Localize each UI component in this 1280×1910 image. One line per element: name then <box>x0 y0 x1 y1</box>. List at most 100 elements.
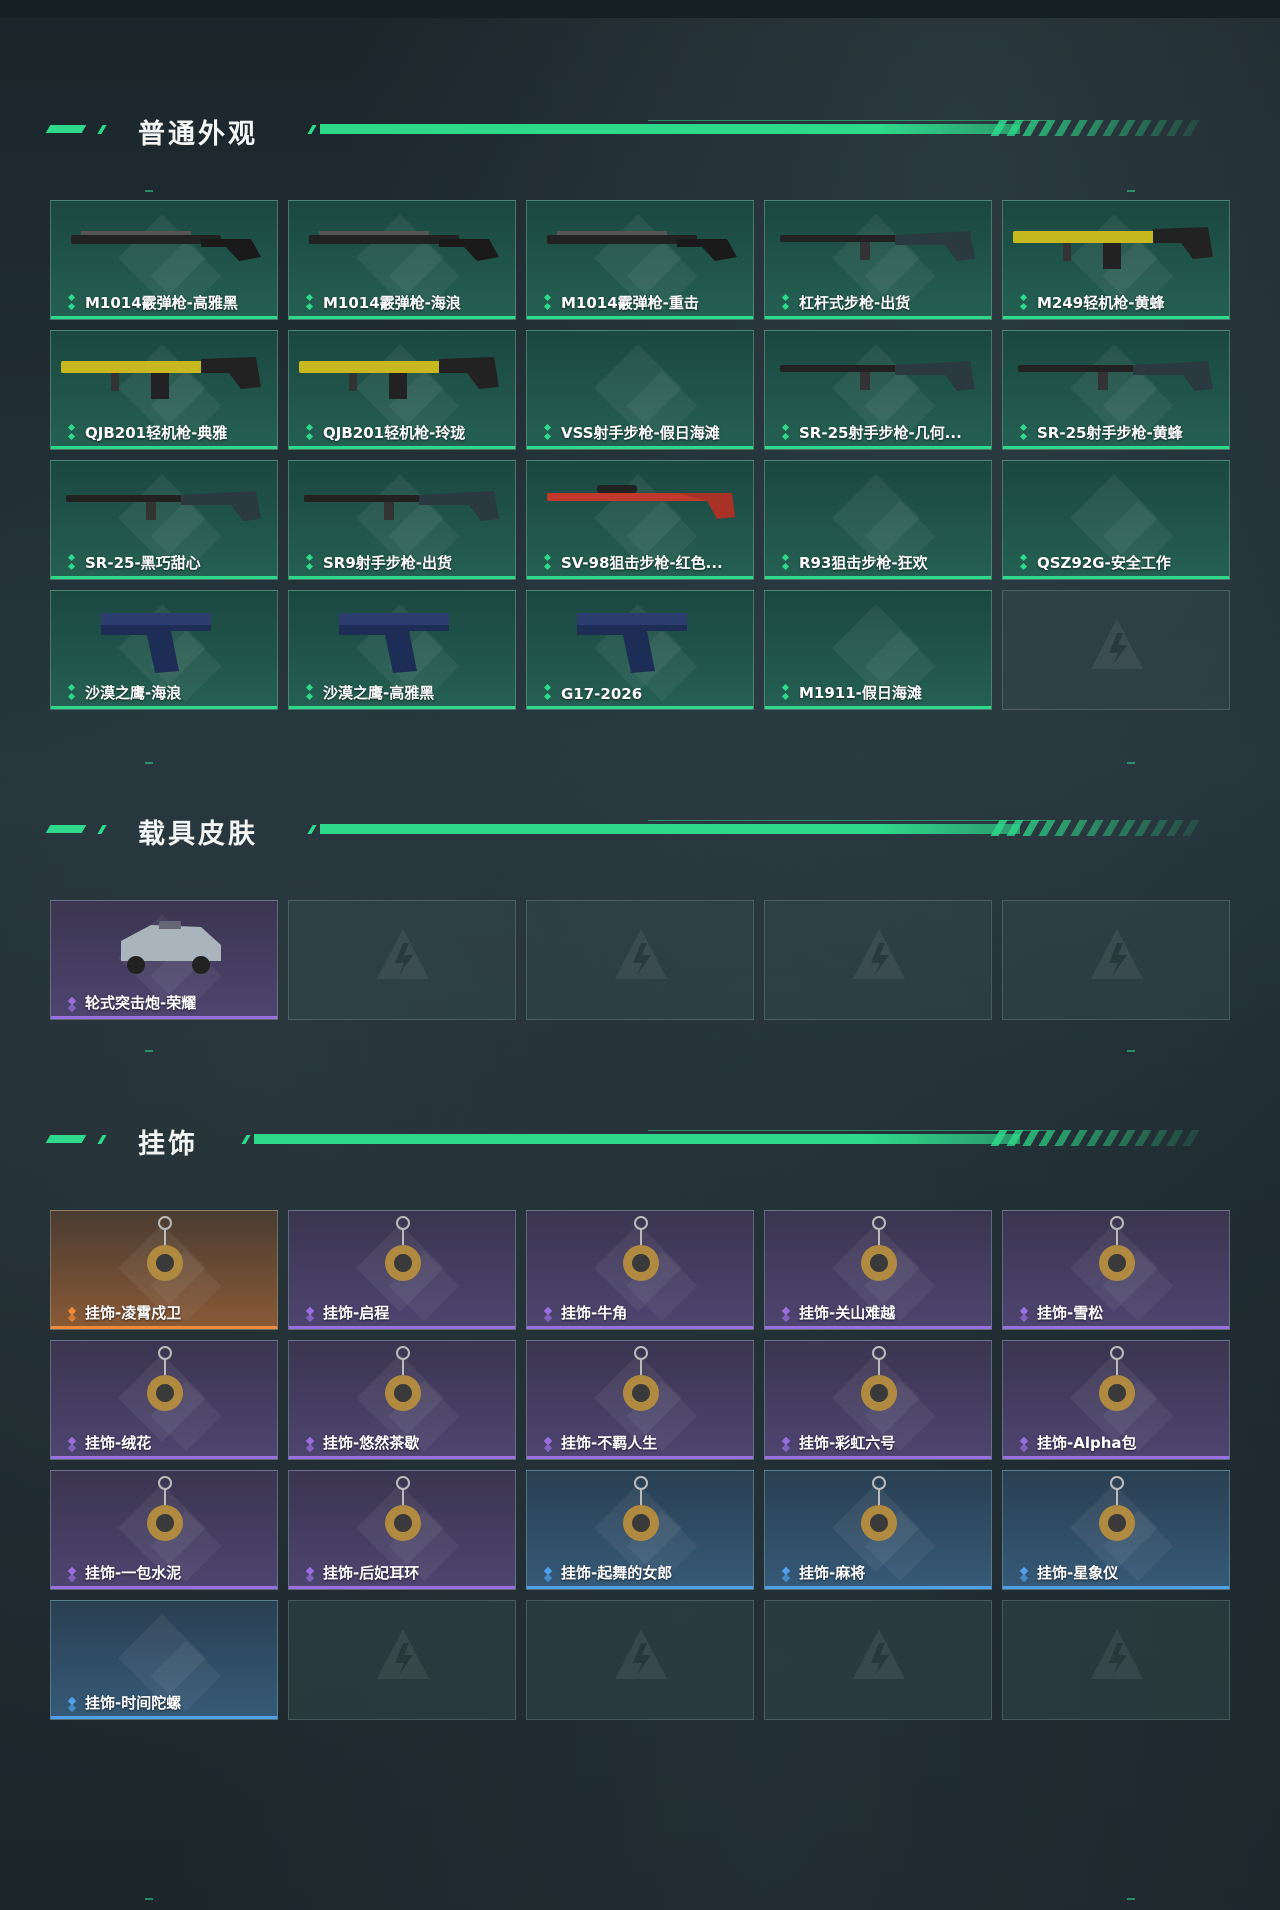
rarity-diamond-icon <box>781 1436 791 1452</box>
item-card[interactable]: 挂饰-一包水泥 <box>50 1470 278 1590</box>
rarity-diamond-icon <box>67 554 76 571</box>
item-card[interactable]: QSZ92G-安全工作 <box>1002 460 1230 580</box>
item-card[interactable]: SR-25-黑巧甜心 <box>50 460 278 580</box>
rarity-diamond-icon <box>305 294 314 311</box>
charm-icon <box>147 1346 183 1411</box>
logo-icon <box>853 929 905 979</box>
item-card[interactable]: 挂饰-时间陀螺 <box>50 1600 278 1720</box>
logo-icon <box>615 1629 667 1679</box>
item-card[interactable]: 挂饰-彩虹六号 <box>764 1340 992 1460</box>
rifle-icon <box>780 231 975 261</box>
item-card[interactable]: M1014霰弹枪-高雅黑 <box>50 200 278 320</box>
item-label: M1014霰弹枪-高雅黑 <box>85 294 238 312</box>
item-card[interactable]: R93狙击步枪-狂欢 <box>764 460 992 580</box>
empty-slot <box>1002 900 1230 1020</box>
item-label: 挂饰-凌霄戍卫 <box>85 1304 182 1322</box>
item-label: 挂饰-起舞的女郎 <box>561 1564 673 1582</box>
machine-gun-icon <box>299 357 499 399</box>
charm-icon <box>385 1346 421 1411</box>
item-card[interactable]: 挂饰-起舞的女郎 <box>526 1470 754 1590</box>
rarity-diamond-icon <box>305 1566 315 1582</box>
item-label: SR9射手步枪-出货 <box>323 554 453 572</box>
item-card[interactable]: 挂饰-不羁人生 <box>526 1340 754 1460</box>
logo-icon <box>853 1629 905 1679</box>
section-title: 挂饰 <box>138 1129 198 1160</box>
item-card[interactable]: QJB201轻机枪-典雅 <box>50 330 278 450</box>
item-card[interactable]: 挂饰-凌霄戍卫 <box>50 1210 278 1330</box>
shotgun-icon <box>71 231 261 261</box>
item-card[interactable]: 挂饰-麻将 <box>764 1470 992 1590</box>
item-label: M249轻机枪-黄蜂 <box>1037 294 1165 312</box>
item-card[interactable]: M249轻机枪-黄蜂 <box>1002 200 1230 320</box>
item-card[interactable]: 挂饰-Alpha包 <box>1002 1340 1230 1460</box>
item-card[interactable]: 挂饰-关山难越 <box>764 1210 992 1330</box>
item-card[interactable]: 挂饰-雪松 <box>1002 1210 1230 1330</box>
rarity-diamond-icon <box>543 684 552 701</box>
item-card[interactable]: M1014霰弹枪-重击 <box>526 200 754 320</box>
item-card[interactable]: 挂饰-启程 <box>288 1210 516 1330</box>
normal-skins-grid: M1014霰弹枪-高雅黑 M1014霰弹枪-海浪 M1014霰弹枪-重击 杠杆式步枪-… <box>50 200 1230 710</box>
rarity-diamond-icon <box>67 294 76 311</box>
item-label: 挂饰-星象仪 <box>1037 1564 1119 1582</box>
item-card[interactable]: 轮式突击炮-荣耀 <box>50 900 278 1020</box>
rifle-icon <box>780 361 975 391</box>
item-label: 挂饰-不羁人生 <box>561 1434 658 1452</box>
item-card[interactable]: 挂饰-星象仪 <box>1002 1470 1230 1590</box>
item-label: M1911-假日海滩 <box>799 684 922 702</box>
rarity-diamond-icon <box>1019 1566 1029 1582</box>
shotgun-icon <box>547 231 737 261</box>
logo-icon <box>615 929 667 979</box>
item-label: VSS射手步枪-假日海滩 <box>561 424 720 442</box>
empty-slot <box>1002 590 1230 710</box>
item-card[interactable]: SR-25射手步枪-黄蜂 <box>1002 330 1230 450</box>
pistol-icon <box>577 613 687 673</box>
empty-slot <box>764 1600 992 1720</box>
item-label: 挂饰-彩虹六号 <box>799 1434 896 1452</box>
rarity-diamond-icon <box>781 684 790 701</box>
item-card[interactable]: SV-98狙击步枪-红色... <box>526 460 754 580</box>
item-card[interactable]: 杠杆式步枪-出货 <box>764 200 992 320</box>
rarity-diamond-icon <box>67 1306 77 1322</box>
rarity-diamond-icon <box>1019 1306 1029 1322</box>
charm-icon <box>1099 1346 1135 1411</box>
charm-icon <box>385 1476 421 1541</box>
item-card[interactable]: 沙漠之鹰-高雅黑 <box>288 590 516 710</box>
item-label: 挂饰-Alpha包 <box>1037 1434 1137 1452</box>
charm-icon <box>623 1216 659 1281</box>
item-card[interactable]: 挂饰-绒花 <box>50 1340 278 1460</box>
machine-gun-icon <box>61 357 261 399</box>
item-label: M1014霰弹枪-海浪 <box>323 294 461 312</box>
rarity-diamond-icon <box>781 424 790 441</box>
item-card[interactable]: SR-25射手步枪-几何... <box>764 330 992 450</box>
item-card[interactable]: 沙漠之鹰-海浪 <box>50 590 278 710</box>
item-label: 挂饰-麻将 <box>799 1564 866 1582</box>
item-label: 沙漠之鹰-高雅黑 <box>323 684 435 702</box>
item-card[interactable]: M1014霰弹枪-海浪 <box>288 200 516 320</box>
rifle-icon <box>304 491 499 521</box>
empty-slot <box>1002 1600 1230 1720</box>
section-header-normal-skins: 普通外观 <box>45 108 1205 150</box>
item-label: 挂饰-时间陀螺 <box>85 1694 182 1712</box>
item-card[interactable]: M1911-假日海滩 <box>764 590 992 710</box>
item-label: QJB201轻机枪-玲珑 <box>323 424 466 442</box>
rarity-diamond-icon <box>543 294 552 311</box>
item-label: 轮式突击炮-荣耀 <box>85 994 197 1012</box>
logo-icon <box>377 929 429 979</box>
section-title: 载具皮肤 <box>138 819 258 850</box>
item-label: 杠杆式步枪-出货 <box>799 294 911 312</box>
rarity-diamond-icon <box>1019 294 1028 311</box>
rarity-diamond-icon <box>67 424 76 441</box>
item-label: QSZ92G-安全工作 <box>1037 554 1171 572</box>
rarity-diamond-icon <box>67 1436 77 1452</box>
item-card[interactable]: G17-2026 <box>526 590 754 710</box>
item-card[interactable]: 挂饰-后妃耳环 <box>288 1470 516 1590</box>
empty-slot <box>288 900 516 1020</box>
rarity-diamond-icon <box>543 1566 553 1582</box>
item-card[interactable]: VSS射手步枪-假日海滩 <box>526 330 754 450</box>
section-header-vehicle-skins: 载具皮肤 <box>45 808 1205 850</box>
item-card[interactable]: 挂饰-悠然茶歇 <box>288 1340 516 1460</box>
item-card[interactable]: QJB201轻机枪-玲珑 <box>288 330 516 450</box>
item-label: SR-25射手步枪-几何... <box>799 424 962 442</box>
item-card[interactable]: SR9射手步枪-出货 <box>288 460 516 580</box>
item-card[interactable]: 挂饰-牛角 <box>526 1210 754 1330</box>
